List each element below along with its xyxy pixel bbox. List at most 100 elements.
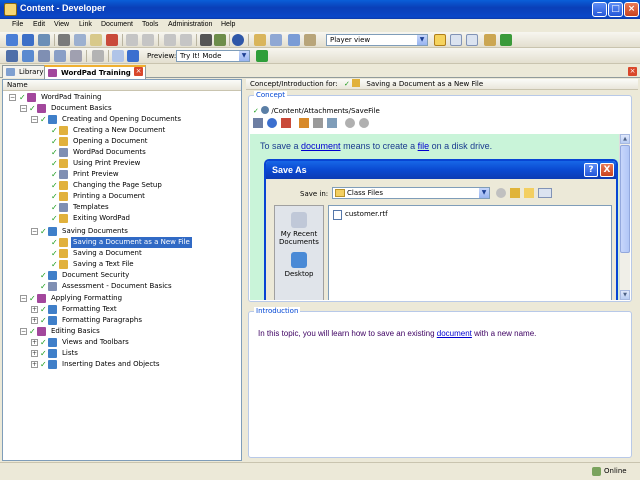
redo-icon[interactable] xyxy=(142,34,154,46)
save-all-icon[interactable] xyxy=(38,34,50,46)
pane-splitter[interactable] xyxy=(242,79,246,461)
collapse-icon[interactable]: − xyxy=(20,105,27,112)
chevron-down-icon[interactable]: ▼ xyxy=(479,188,489,198)
minimize-button[interactable]: _ xyxy=(592,2,607,17)
introduction-text: In this topic, you will learn how to sav… xyxy=(258,329,537,338)
scroll-down-icon[interactable]: ▼ xyxy=(620,290,630,300)
open-icon[interactable] xyxy=(6,34,18,46)
introduction-title: Introduction xyxy=(254,307,301,315)
topic-icon xyxy=(59,159,68,168)
publish-icon[interactable] xyxy=(254,34,266,46)
dialog-help-button[interactable]: ? xyxy=(584,163,598,177)
preview-toolbar: Preview: Try It! Mode ▼ xyxy=(0,48,640,64)
topic-icon xyxy=(59,260,68,269)
concept-scrollbar[interactable]: ▲ ▼ xyxy=(619,134,630,300)
expand-icon[interactable]: + xyxy=(31,350,38,357)
menu-tools[interactable]: Tools xyxy=(142,21,158,28)
download-icon[interactable] xyxy=(288,34,300,46)
play-preview-icon[interactable] xyxy=(256,50,268,62)
menu-document[interactable]: Document xyxy=(101,21,133,28)
tab-wordpad-training[interactable]: WordPad Training xyxy=(44,65,146,79)
move-down-icon[interactable] xyxy=(127,50,139,62)
spellcheck-icon[interactable] xyxy=(214,34,226,46)
section-icon[interactable] xyxy=(38,50,50,62)
collapse-icon[interactable]: − xyxy=(31,116,38,123)
expand-icon[interactable]: + xyxy=(31,361,38,368)
paste-icon[interactable] xyxy=(90,34,102,46)
delete-icon[interactable] xyxy=(106,34,118,46)
close-tab-icon[interactable]: × xyxy=(134,67,143,76)
collapse-icon[interactable]: − xyxy=(9,94,16,101)
pencil-icon[interactable] xyxy=(299,118,309,128)
save-in-combo[interactable]: Class Files ▼ xyxy=(332,187,490,199)
tab-library[interactable]: Library xyxy=(2,65,49,78)
gear-icon[interactable] xyxy=(313,118,323,128)
scroll-up-icon[interactable]: ▲ xyxy=(620,134,630,144)
save-icon[interactable] xyxy=(22,34,34,46)
new-folder-icon[interactable] xyxy=(524,188,534,198)
gear-icon[interactable] xyxy=(92,50,104,62)
upload-icon[interactable] xyxy=(484,34,496,46)
chevron-down-icon[interactable]: ▼ xyxy=(239,51,249,61)
concept-path-text: /Content/Attachments/SaveFile xyxy=(271,107,380,115)
collapse-icon[interactable]: − xyxy=(20,328,27,335)
expand-icon[interactable]: + xyxy=(31,317,38,324)
back-icon[interactable] xyxy=(496,188,506,198)
layout-columns-icon[interactable] xyxy=(466,34,478,46)
copy-icon[interactable] xyxy=(74,34,86,46)
place-desktop[interactable]: Desktop xyxy=(275,252,323,278)
layout-single-icon[interactable] xyxy=(434,34,446,46)
file-item[interactable]: customer.rtf xyxy=(333,210,388,220)
menu-file[interactable]: File xyxy=(12,21,23,28)
question-icon xyxy=(59,170,68,179)
move-up-icon[interactable] xyxy=(112,50,124,62)
find-icon[interactable] xyxy=(200,34,212,46)
back-icon[interactable] xyxy=(345,118,355,128)
globe-icon[interactable] xyxy=(267,118,277,128)
topic-icon[interactable] xyxy=(22,50,34,62)
file-link[interactable]: file xyxy=(418,141,430,151)
cut-icon[interactable] xyxy=(58,34,70,46)
topic-icon xyxy=(352,79,361,87)
up-folder-icon[interactable] xyxy=(510,188,520,198)
maximize-button[interactable]: □ xyxy=(608,2,623,17)
expand-icon[interactable]: + xyxy=(31,306,38,313)
expand-icon[interactable]: + xyxy=(31,339,38,346)
outline-icon[interactable] xyxy=(6,50,18,62)
close-all-tabs-icon[interactable]: × xyxy=(628,67,637,76)
save-in-value: Class Files xyxy=(347,189,384,197)
menu-edit[interactable]: Edit xyxy=(33,21,45,28)
menu-link[interactable]: Link xyxy=(79,21,92,28)
menu-administration[interactable]: Administration xyxy=(168,21,212,28)
help-icon[interactable] xyxy=(232,34,244,46)
arrow-down-icon[interactable] xyxy=(180,34,192,46)
close-button[interactable]: × xyxy=(624,2,639,17)
menu-view[interactable]: View xyxy=(54,21,69,28)
zoom-icon[interactable] xyxy=(327,118,337,128)
document-link[interactable]: document xyxy=(301,141,341,151)
place-my-recent-documents[interactable]: My Recent Documents xyxy=(275,212,323,246)
checkout-icon[interactable] xyxy=(304,34,316,46)
arrow-up-icon[interactable] xyxy=(164,34,176,46)
concept-content: To save a document means to create a fil… xyxy=(250,134,619,300)
link-icon[interactable] xyxy=(253,118,263,128)
preview-mode-combo[interactable]: Try It! Mode ▼ xyxy=(176,50,250,62)
chevron-down-icon[interactable]: ▼ xyxy=(417,35,427,45)
collapse-icon[interactable]: − xyxy=(31,228,38,235)
undo-icon[interactable] xyxy=(126,34,138,46)
forward-icon[interactable] xyxy=(359,118,369,128)
view-combo[interactable]: Player view ▼ xyxy=(326,34,428,46)
dialog-close-button[interactable]: X xyxy=(600,163,614,177)
layout-split-icon[interactable] xyxy=(450,34,462,46)
document-file-icon xyxy=(333,210,342,220)
collapse-icon[interactable]: − xyxy=(20,295,27,302)
properties-icon[interactable] xyxy=(270,34,282,46)
unlink-icon[interactable] xyxy=(281,118,291,128)
scroll-thumb[interactable] xyxy=(620,145,630,253)
menu-help[interactable]: Help xyxy=(221,21,235,28)
views-menu-icon[interactable] xyxy=(538,188,552,198)
question-icon[interactable] xyxy=(54,50,66,62)
document-link[interactable]: document xyxy=(437,329,472,338)
refresh-icon[interactable] xyxy=(500,34,512,46)
insert-icon[interactable] xyxy=(70,50,82,62)
